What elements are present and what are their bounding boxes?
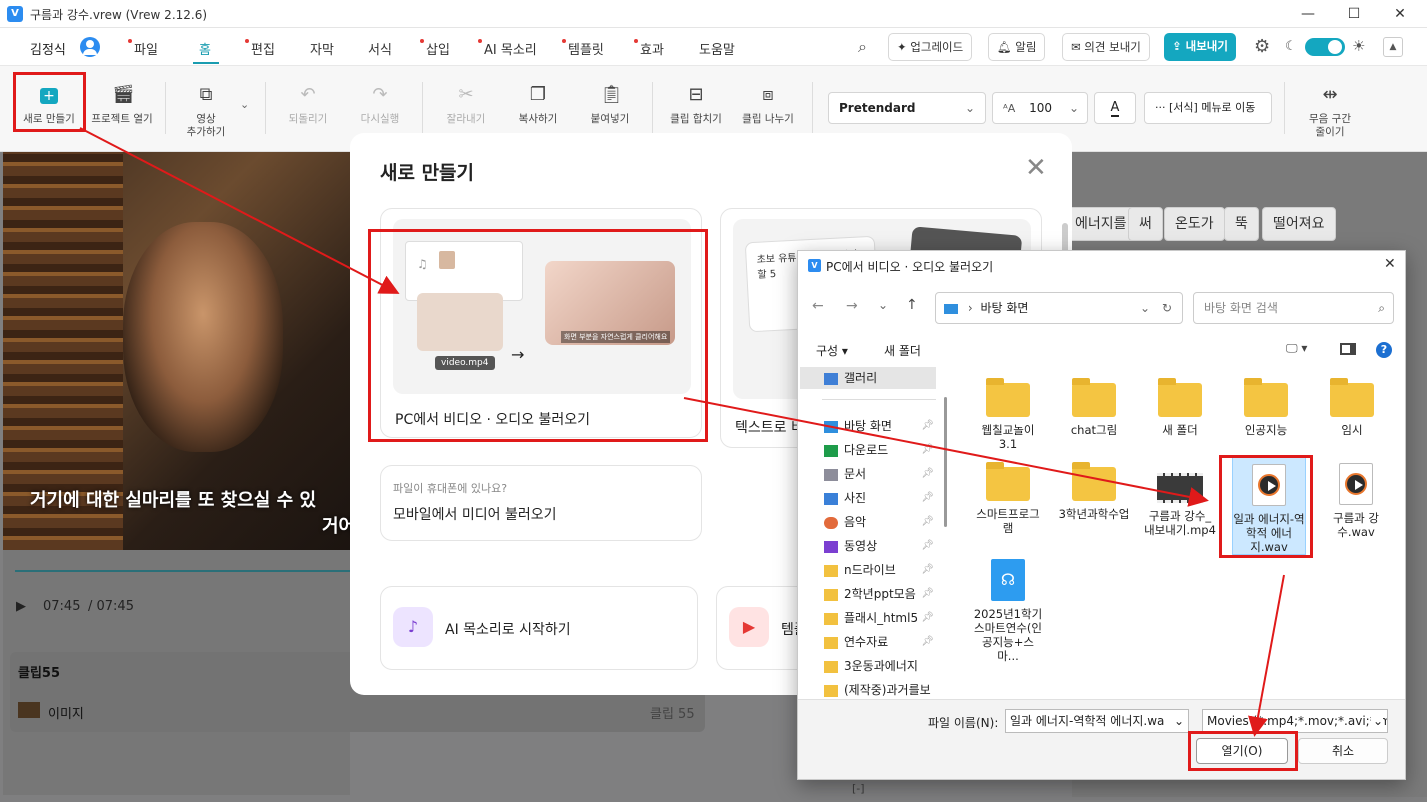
annotation-arrow bbox=[79, 127, 400, 294]
annotation-arrow bbox=[683, 397, 1209, 507]
annotation-arrows bbox=[79, 127, 1285, 737]
bottom-bracket-icon: [-] bbox=[852, 782, 865, 795]
annotation-arrow bbox=[1248, 574, 1285, 737]
